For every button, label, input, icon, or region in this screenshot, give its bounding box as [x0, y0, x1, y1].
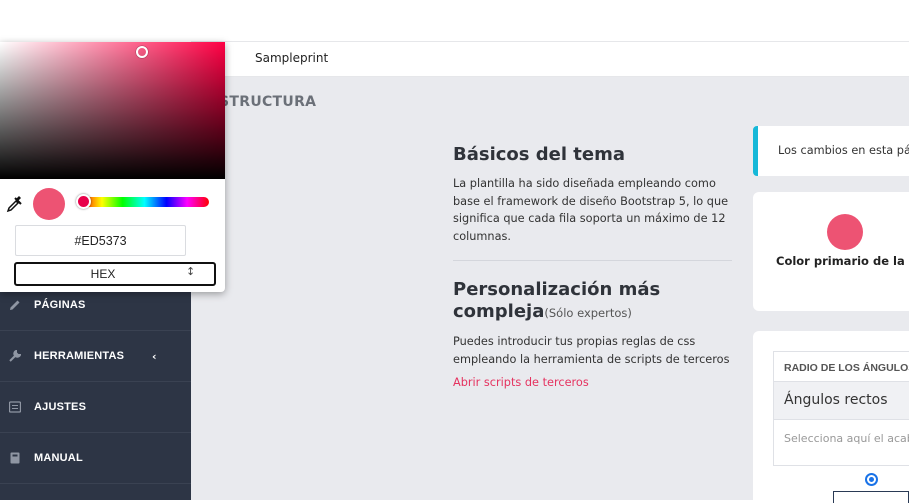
divider — [453, 260, 732, 261]
pencil-icon — [10, 300, 20, 310]
color-mode-select[interactable]: HEX ↕ — [14, 262, 216, 286]
hue-handle[interactable] — [76, 194, 91, 209]
hex-input[interactable] — [15, 225, 186, 256]
sidebar-item-label: AJUSTES — [34, 401, 87, 413]
corner-radius-header-text: RADIO DE LOS ÁNGULOS — [784, 362, 909, 374]
corner-radius-header: RADIO DE LOS ÁNGULOS — [774, 352, 909, 382]
basics-title: Básicos del tema — [453, 144, 626, 165]
corner-radius-select-group: RADIO DE LOS ÁNGULOS Ángulos rectos Sele… — [773, 351, 909, 466]
open-scripts-link[interactable]: Abrir scripts de terceros — [453, 376, 589, 389]
wrench-icon — [9, 350, 21, 362]
custom-title: Personalización más compleja(Sólo expert… — [453, 279, 693, 324]
eyedropper-icon[interactable] — [6, 195, 22, 213]
corner-radius-select[interactable]: Ángulos rectos — [774, 382, 909, 420]
alert-text: Los cambios en esta pág — [778, 144, 909, 157]
corner-radius-card: RADIO DE LOS ÁNGULOS Ángulos rectos Sele… — [753, 331, 909, 503]
hue-slider[interactable] — [76, 194, 209, 209]
brand-name: Sampleprint — [255, 51, 329, 65]
color-mode-value: HEX — [90, 267, 116, 281]
header: Sampleprint — [191, 41, 909, 77]
custom-note: (Sólo expertos) — [544, 306, 632, 320]
updown-chevron-icon: ↕ — [186, 265, 196, 278]
sidebar-item-label: HERRAMIENTAS — [34, 350, 125, 362]
basics-text: La plantilla ha sido diseñada empleando … — [453, 177, 729, 243]
sidebar-item-ajustes[interactable]: AJUSTES — [0, 382, 191, 433]
color-picker-popup: HEX ↕ — [0, 42, 225, 292]
info-alert: Los cambios en esta pág — [753, 126, 909, 176]
corner-radius-value: Ángulos rectos — [784, 392, 888, 408]
sidebar-item-label: PÁGINAS — [34, 299, 86, 311]
chevron-left-icon: ‹ — [152, 349, 157, 363]
sidebar-item-manual[interactable]: MANUAL — [0, 433, 191, 484]
corner-radius-help: Selecciona aquí el acab — [784, 432, 909, 445]
color-preview — [33, 188, 65, 220]
radio-button[interactable] — [865, 473, 878, 486]
sidebar: PÁGINAS HERRAMIENTAS ‹ AJUSTES MANUAL — [0, 280, 191, 500]
custom-text: Puedes introducir tus propias reglas de … — [453, 335, 730, 366]
primary-color-swatch[interactable] — [827, 214, 863, 250]
top-bar — [0, 0, 909, 41]
book-icon — [10, 452, 20, 464]
list-icon — [9, 401, 21, 413]
option-box[interactable] — [833, 491, 909, 503]
sidebar-item-label: MANUAL — [34, 452, 83, 464]
section-title: STRUCTURA — [219, 94, 317, 110]
saturation-handle[interactable] — [136, 46, 148, 58]
saturation-value-area[interactable] — [0, 42, 225, 179]
primary-color-label: Color primario de la web — [776, 254, 909, 268]
sidebar-item-herramientas[interactable]: HERRAMIENTAS ‹ — [0, 331, 191, 382]
primary-color-card: Color primario de la web — [753, 192, 909, 311]
